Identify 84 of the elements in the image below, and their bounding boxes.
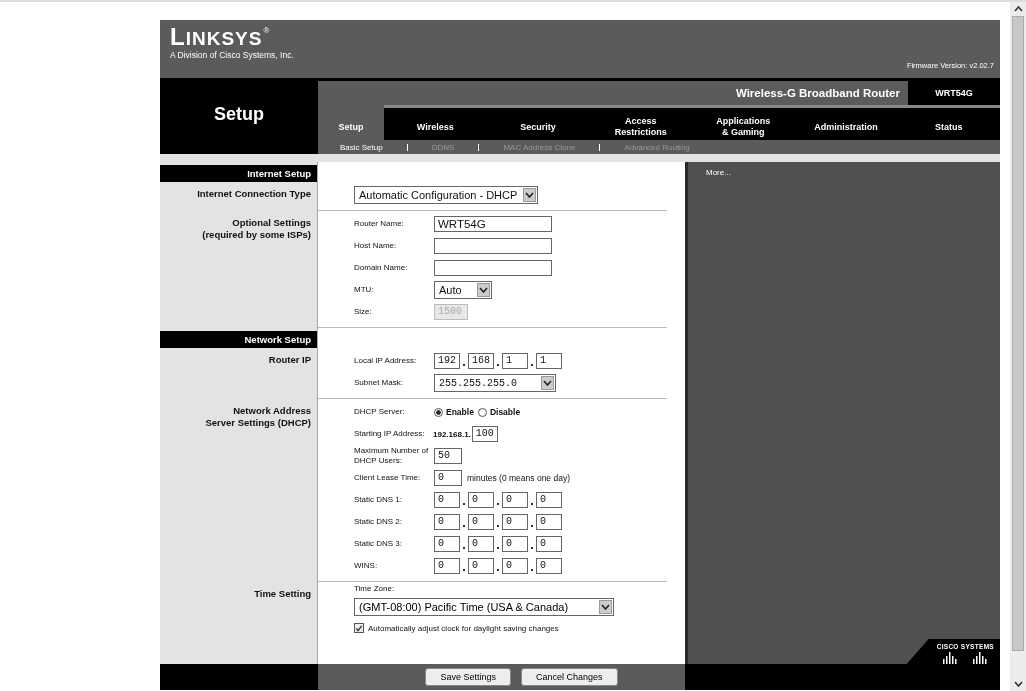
radio-button[interactable] — [434, 407, 443, 417]
nav-tab[interactable]: Access Restrictions — [589, 108, 692, 140]
radio-label: Disable — [489, 407, 521, 417]
octet-field[interactable]: 168 — [468, 353, 494, 369]
octet-field[interactable]: 0 — [502, 558, 528, 574]
field-label: Time Zone: — [354, 584, 396, 594]
field-label: Maximum Number of DHCP Users: — [354, 446, 430, 466]
octet-field[interactable]: 0 — [468, 536, 494, 552]
octet-field[interactable]: 0 — [434, 492, 460, 508]
octet-field[interactable]: 0 — [434, 514, 460, 530]
radio-button[interactable] — [477, 407, 487, 417]
action-button[interactable]: Save Settings — [425, 668, 511, 686]
nav-tab[interactable]: Setup — [318, 105, 384, 140]
scroll-thumb[interactable] — [1012, 16, 1024, 651]
group-label: Router IP — [268, 354, 311, 366]
page-title: Setup — [213, 103, 265, 126]
input-field[interactable]: 50 — [434, 448, 462, 464]
octet-field[interactable]: 0 — [536, 536, 562, 552]
time-zone-select[interactable]: (GMT-08:00) Pacific Time (USA & Canada) — [354, 598, 614, 616]
sub-tab[interactable]: Basic Setup — [340, 142, 407, 152]
octet-field[interactable]: 0 — [468, 514, 494, 530]
field-label: WINS: — [354, 561, 379, 571]
field-label: Local IP Address: — [354, 356, 418, 366]
brand-logo: LINKSYS — [170, 26, 263, 50]
group-label: (required by some ISPs) — [202, 229, 311, 241]
connection-type-select[interactable]: Automatic Configuration - DHCP — [354, 186, 539, 204]
checkbox-label: Automatically adjust clock for daylight saving changes — [368, 623, 559, 633]
model-name: WRT54G — [934, 87, 974, 100]
field-label: Host Name: — [354, 241, 398, 251]
octet-field[interactable]: 0 — [468, 492, 494, 508]
octet-field[interactable]: 0 — [502, 514, 528, 530]
radio-label: Enable — [446, 407, 474, 417]
scroll-up-icon[interactable] — [1013, 6, 1023, 12]
nav-tab[interactable]: Status — [897, 108, 1001, 140]
field-label: Domain Name: — [354, 263, 409, 273]
field-label: Client Lease Time: — [354, 473, 422, 483]
group-label: Network Address — [233, 405, 311, 417]
checkbox[interactable] — [354, 623, 364, 633]
octet-field[interactable]: 1 — [502, 353, 528, 369]
field-label: DHCP Server: — [354, 407, 406, 417]
field-label: Static DNS 1: — [354, 495, 403, 505]
action-button[interactable]: Cancel Changes — [521, 668, 618, 686]
more-link[interactable]: More... — [688, 162, 1000, 177]
section-header: Internet Setup — [160, 165, 317, 182]
field-label: Subnet Mask: — [354, 378, 404, 388]
field-label: Router Name: — [354, 219, 405, 229]
octet-field[interactable]: 0 — [434, 558, 460, 574]
group-label: Optional Settings — [232, 217, 311, 229]
nav-tab[interactable]: Applications & Gaming — [692, 108, 795, 140]
octet-field[interactable]: 100 — [471, 426, 498, 442]
octet-field[interactable]: 0 — [536, 558, 562, 574]
field-label: Static DNS 3: — [354, 539, 403, 549]
input-field[interactable] — [434, 238, 552, 254]
field-label: Static DNS 2: — [354, 517, 403, 527]
product-name: Wireless-G Broadband Router — [318, 81, 908, 105]
octet-field[interactable]: 0 — [536, 492, 562, 508]
input-field[interactable]: WRT54G — [434, 216, 552, 232]
ip-prefix: 192.168.1. — [433, 429, 471, 439]
octet-field[interactable]: 192 — [434, 353, 460, 369]
group-label: Internet Connection Type — [197, 188, 311, 200]
field-label: MTU: — [354, 285, 375, 295]
field-hint: minutes (0 means one day) — [467, 473, 570, 483]
scrollbar[interactable] — [1010, 2, 1026, 691]
octet-field[interactable]: 0 — [502, 536, 528, 552]
nav-tab[interactable]: Security — [486, 108, 590, 140]
nav-tab[interactable]: Administration — [794, 108, 898, 140]
octet-field[interactable]: 0 — [502, 492, 528, 508]
input-field[interactable]: 0 — [434, 470, 462, 486]
octet-field[interactable]: 0 — [536, 514, 562, 530]
registered-mark: ® — [263, 26, 270, 35]
group-label: Server Settings (DHCP) — [205, 417, 311, 429]
scroll-down-icon[interactable] — [1013, 681, 1023, 687]
octet-field[interactable]: 1 — [536, 353, 562, 369]
octet-field[interactable]: 0 — [434, 536, 460, 552]
field-label: Starting IP Address: — [354, 429, 426, 439]
section-header: Network Setup — [160, 331, 317, 348]
octet-field[interactable]: 0 — [468, 558, 494, 574]
field-label: Size: — [354, 307, 373, 317]
dropdown-select[interactable]: Auto — [434, 281, 492, 299]
nav-tab[interactable]: Wireless — [384, 108, 487, 140]
brand-tagline: A Division of Cisco Systems, Inc. — [170, 50, 294, 60]
dropdown-select[interactable]: 255.255.255.0 — [434, 374, 556, 392]
group-label: Time Setting — [254, 588, 311, 600]
input-field[interactable] — [434, 260, 552, 276]
